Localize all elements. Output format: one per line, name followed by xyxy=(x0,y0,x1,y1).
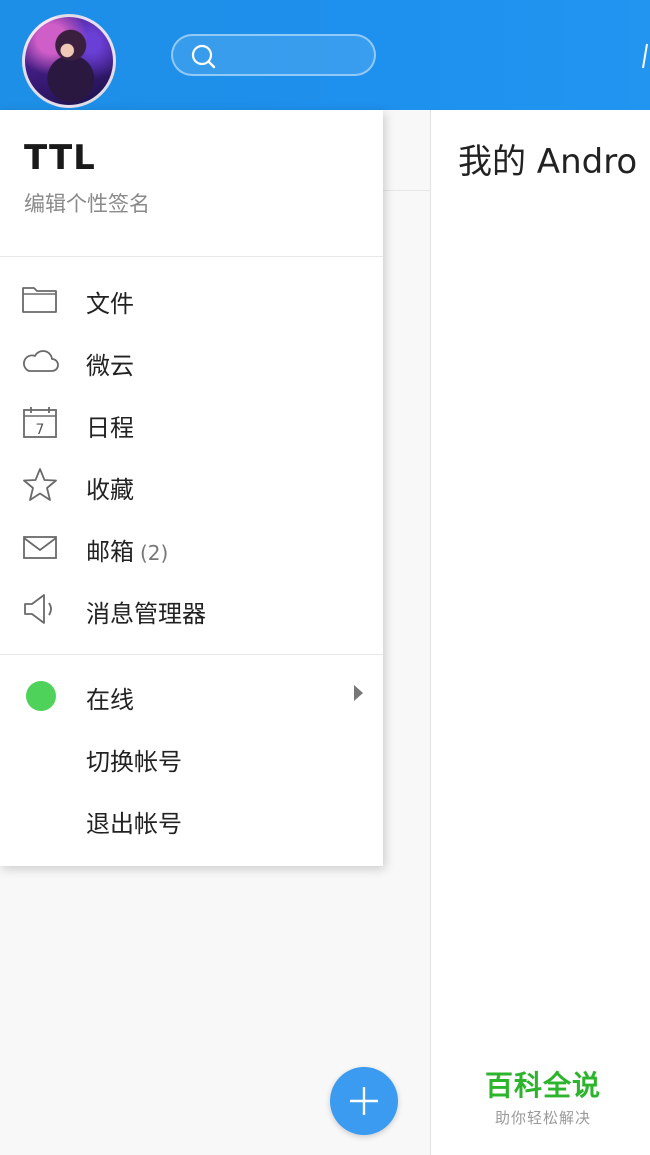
menu-item-status-online[interactable]: 在线 xyxy=(0,667,383,723)
menu-item-label: 收藏 xyxy=(86,476,134,504)
signature-edit[interactable]: 编辑个性签名 xyxy=(24,188,150,218)
menu-item-schedule[interactable]: 7 日程 xyxy=(0,395,383,451)
menu-item-mailbox[interactable]: 邮箱 (2) xyxy=(0,519,383,575)
menu-item-label: 文件 xyxy=(86,290,134,318)
chevron-right-icon xyxy=(354,685,363,701)
chat-panel: 我的 Andro xyxy=(432,110,650,1155)
calendar-icon: 7 xyxy=(23,407,57,438)
folder-icon xyxy=(22,287,57,313)
menu-item-favorites[interactable]: 收藏 xyxy=(0,457,383,513)
watermark: 百科全说 助你轻松解决 xyxy=(482,1064,604,1128)
menu-item-label: 微云 xyxy=(86,352,134,380)
search-icon xyxy=(191,44,216,69)
menu-item-weiyun[interactable]: 微云 xyxy=(0,333,383,389)
add-button[interactable] xyxy=(330,1067,398,1135)
online-status-dot xyxy=(26,681,56,711)
mail-icon xyxy=(23,536,57,559)
watermark-title: 百科全说 xyxy=(484,1069,601,1102)
mail-count-badge: (2) xyxy=(140,541,169,565)
watermark-subtitle: 助你轻松解决 xyxy=(494,1109,591,1127)
menu-item-files[interactable]: 文件 xyxy=(0,271,383,327)
search-input[interactable] xyxy=(171,34,376,76)
menu-item-label: 切换帐号 xyxy=(86,748,182,776)
menu-item-logout[interactable]: 退出帐号 xyxy=(0,791,383,847)
menu-item-label: 邮箱 xyxy=(86,538,134,566)
cloud-icon xyxy=(23,350,59,372)
menu-item-label: 消息管理器 xyxy=(86,600,206,628)
calendar-day: 7 xyxy=(36,422,45,438)
menu-item-message-manager[interactable]: 消息管理器 xyxy=(0,581,383,637)
profile-name: TTL xyxy=(24,138,96,178)
menu-item-switch-account[interactable]: 切换帐号 xyxy=(0,729,383,785)
menu-item-label: 日程 xyxy=(86,414,134,442)
speaker-icon xyxy=(24,594,52,624)
menu-separator xyxy=(0,256,383,257)
account-menu: TTL 编辑个性签名 文件 微云 7 日程 收藏 邮箱 (2) 消息管理器 在线… xyxy=(0,110,383,866)
menu-item-label: 在线 xyxy=(86,686,134,714)
plus-icon xyxy=(350,1087,378,1115)
menu-item-label: 退出帐号 xyxy=(86,810,182,838)
user-avatar[interactable] xyxy=(22,14,116,108)
app-header xyxy=(0,0,650,110)
menu-item-label-group: 邮箱 (2) xyxy=(86,532,168,567)
star-icon xyxy=(23,468,57,501)
header-action-icon[interactable] xyxy=(642,42,648,70)
chat-title: 我的 Andro xyxy=(458,142,638,182)
menu-separator xyxy=(0,654,383,655)
